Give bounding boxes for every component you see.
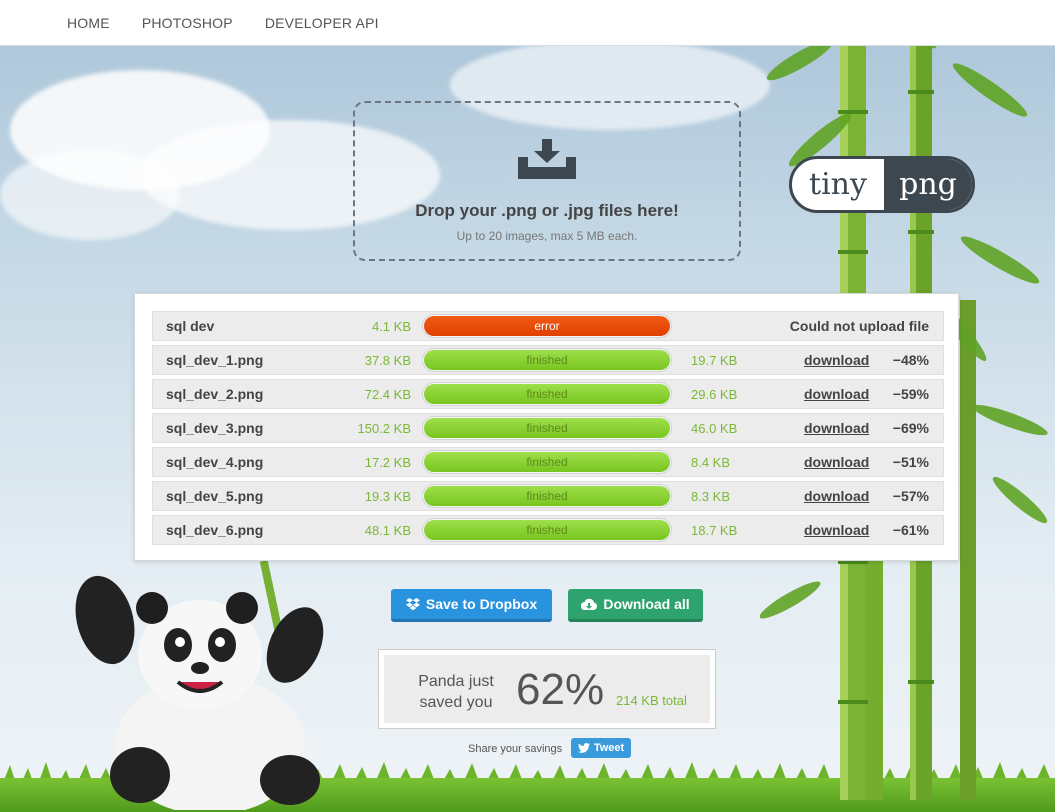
status-label: finished [424,350,670,370]
original-size: 19.3 KB [364,488,411,504]
status-bar: finished [422,348,672,372]
file-row: sql dev 4.1 KB error Could not upload fi… [152,311,944,341]
original-size: 48.1 KB [364,522,411,538]
compressed-size: 46.0 KB [691,420,738,436]
compressed-size: 18.7 KB [691,522,738,538]
file-name: sql_dev_6.png [166,522,264,538]
download-link[interactable]: download [804,420,869,436]
file-name: sql_dev_3.png [166,420,264,436]
saving-percent: −69% [892,420,929,436]
original-size: 37.8 KB [364,352,411,368]
tinypng-logo[interactable]: tiny png [789,156,975,213]
save-to-dropbox-button[interactable]: Save to Dropbox [391,589,552,622]
status-label: finished [424,520,670,540]
original-size: 72.4 KB [364,386,411,402]
cloud-download-icon [581,598,598,610]
download-link[interactable]: download [804,352,869,368]
original-size: 4.1 KB [371,318,411,334]
file-name: sql_dev_4.png [166,454,264,470]
compressed-size: 29.6 KB [691,386,738,402]
status-bar: error [422,314,672,338]
drop-zone-title: Drop your .png or .jpg files here! [415,201,679,220]
dropbox-icon [405,597,420,610]
logo-tiny: tiny [809,167,867,202]
download-link[interactable]: download [804,488,869,504]
file-row: sql_dev_3.png 150.2 KB finished 46.0 KB … [152,413,944,443]
download-tray-icon [518,139,576,179]
file-row: sql_dev_6.png 48.1 KB finished 18.7 KB d… [152,515,944,545]
saving-percent: −59% [892,386,929,402]
download-link[interactable]: download [804,386,869,402]
file-name: sql_dev_5.png [166,488,264,504]
tweet-label: Tweet [593,742,625,754]
compressed-size: 8.4 KB [691,454,731,470]
compressed-size: 19.7 KB [691,352,738,368]
file-name: sql_dev_1.png [166,352,264,368]
nav-home-link[interactable]: HOME [67,15,110,31]
status-bar: finished [422,416,672,440]
top-nav: HOME PHOTOSHOP DEVELOPER API [0,0,1055,46]
download-all-button[interactable]: Download all [568,589,703,622]
nav-photoshop-link[interactable]: PHOTOSHOP [142,15,233,31]
logo-png: png [884,159,972,210]
compressed-size: 8.3 KB [691,488,731,504]
savings-total: 214 KB total [616,693,687,708]
saving-percent: −57% [892,488,929,504]
status-label: finished [424,418,670,438]
status-bar: finished [422,450,672,474]
file-row: sql_dev_5.png 19.3 KB finished 8.3 KB do… [152,481,944,511]
status-bar: finished [422,382,672,406]
drop-zone-subtitle: Up to 20 images, max 5 MB each. [456,229,638,243]
file-row: sql_dev_2.png 72.4 KB finished 29.6 KB d… [152,379,944,409]
results-panel: sql dev 4.1 KB error Could not upload fi… [134,293,959,561]
savings-text: Panda just saved you [418,673,494,711]
savings-summary: Panda just saved you 62% 214 KB total [378,649,716,729]
saving-percent: −51% [892,454,929,470]
download-link[interactable]: download [804,522,869,538]
saving-percent: −61% [892,522,929,538]
status-label: finished [424,452,670,472]
twitter-bird-icon [577,743,590,753]
savings-inner: Panda just saved you 62% 214 KB total [384,655,710,723]
save-to-dropbox-label: Save to Dropbox [425,596,538,612]
saving-percent: −48% [892,352,929,368]
status-label: error [424,316,670,336]
original-size: 150.2 KB [357,420,412,436]
panda-illustration [75,560,324,810]
status-bar: finished [422,484,672,508]
file-name: sql_dev_2.png [166,386,264,402]
status-bar: finished [422,518,672,542]
file-name: sql dev [166,318,215,334]
file-row: sql_dev_4.png 17.2 KB finished 8.4 KB do… [152,447,944,477]
error-message: Could not upload file [789,318,929,334]
file-row: sql_dev_1.png 37.8 KB finished 19.7 KB d… [152,345,944,375]
cloud-decoration [0,150,180,240]
original-size: 17.2 KB [364,454,411,470]
file-drop-zone[interactable]: Drop your .png or .jpg files here! Up to… [353,101,741,261]
tweet-button[interactable]: Tweet [571,738,631,758]
nav-developer-api-link[interactable]: DEVELOPER API [265,15,379,31]
download-all-label: Download all [603,596,690,612]
share-savings-label: Share your savings [468,743,563,755]
status-label: finished [424,384,670,404]
download-link[interactable]: download [804,454,869,470]
status-label: finished [424,486,670,506]
savings-percent: 62% [516,665,605,714]
